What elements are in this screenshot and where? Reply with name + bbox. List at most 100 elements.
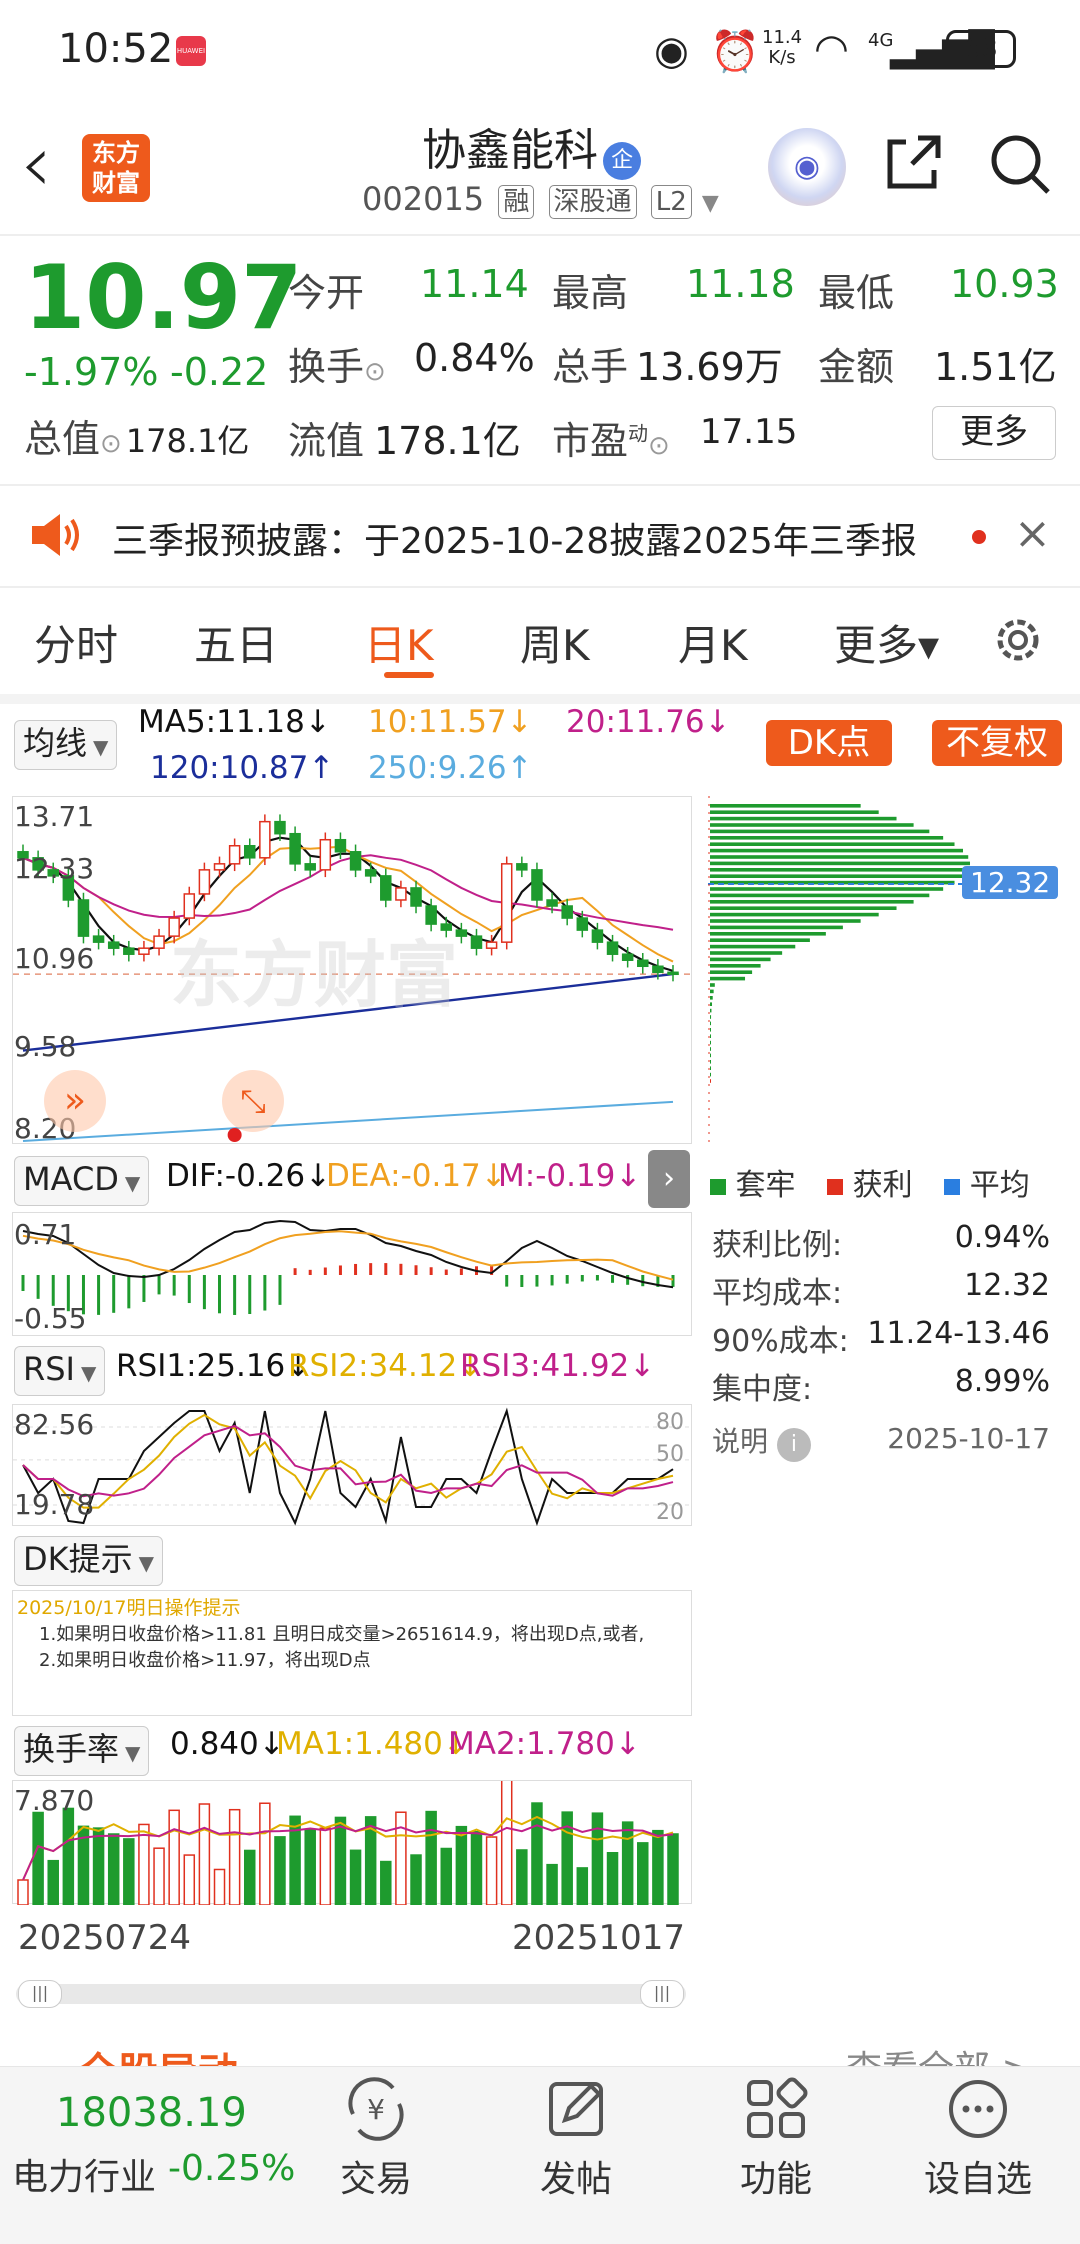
- info-icon[interactable]: ⊙: [100, 429, 122, 459]
- search-icon[interactable]: [988, 132, 1054, 198]
- chevron-down-icon[interactable]: ▼: [702, 191, 719, 216]
- nav-post[interactable]: 发帖: [506, 2150, 646, 2202]
- candle: [576, 917, 589, 931]
- turnover-bar: [304, 1828, 316, 1906]
- turnover-bar: [516, 1849, 528, 1906]
- rsi3-label: RSI3:41.92↓: [460, 1348, 656, 1384]
- rsi-grid-label: 80: [656, 1410, 684, 1435]
- profit-ratio-value: 0.94%: [954, 1220, 1050, 1255]
- info-icon[interactable]: ⊙: [648, 431, 670, 461]
- nav-trade[interactable]: 交易: [306, 2150, 446, 2202]
- turnover-bar: [410, 1854, 422, 1906]
- stock-name: 协鑫能科: [422, 125, 598, 176]
- chip-bar: [710, 932, 826, 936]
- ma-selector[interactable]: 均线 ▼: [14, 720, 118, 770]
- notice-text[interactable]: 三季报预披露：于2025-10-28披露2025年三季报: [112, 512, 917, 564]
- turnover-chart[interactable]: [12, 1776, 692, 1906]
- sector-name[interactable]: 电力行业: [12, 2148, 156, 2200]
- rsi-selector[interactable]: RSI ▼: [14, 1346, 106, 1396]
- chip-bar: [710, 951, 783, 955]
- macd-chart[interactable]: [12, 1212, 692, 1336]
- tab-five-day[interactable]: 五日: [194, 612, 278, 673]
- candle: [153, 935, 165, 949]
- candle: [364, 869, 377, 877]
- tab-daily-k[interactable]: 日K: [364, 612, 434, 673]
- post-icon[interactable]: [506, 2074, 646, 2158]
- turnover-bar: [440, 1847, 453, 1906]
- cost90-label: 90%成本:: [712, 1324, 849, 1359]
- candle: [410, 887, 422, 907]
- chip-bar: [710, 842, 955, 846]
- tab-weekly-k[interactable]: 周K: [520, 612, 590, 673]
- apps-icon[interactable]: [706, 2074, 846, 2158]
- chip-distribution-chart[interactable]: [708, 796, 1052, 1144]
- turnover-bar: [92, 1827, 105, 1906]
- dk-tip-selector[interactable]: DK提示 ▼: [14, 1536, 164, 1586]
- chip-bar: [710, 1060, 711, 1064]
- tab-more[interactable]: 更多▾: [834, 612, 939, 673]
- range-slider[interactable]: [16, 1984, 686, 2004]
- info-icon[interactable]: i: [776, 1428, 811, 1462]
- settings-gear-icon[interactable]: [990, 612, 1046, 668]
- profit-ratio-label: 获利比例:: [712, 1228, 843, 1263]
- candle: [516, 863, 528, 871]
- turnover-bar: [546, 1863, 558, 1906]
- chevron-right-icon[interactable]: ›: [648, 1150, 690, 1208]
- candle: [621, 953, 634, 961]
- turnover-bar: [349, 1849, 362, 1906]
- turnover-bar: [62, 1807, 75, 1906]
- chip-bar: [710, 912, 879, 917]
- expand-left-icon[interactable]: »: [44, 1070, 106, 1132]
- legend-trapped-icon: [710, 1179, 726, 1195]
- chip-bar: [710, 957, 771, 962]
- no-adjust-button[interactable]: 不复权: [932, 720, 1062, 766]
- tab-intraday[interactable]: 分时: [34, 612, 118, 673]
- enterprise-badge: 企: [603, 141, 642, 180]
- chip-bar: [710, 900, 914, 904]
- back-button[interactable]: ‹: [20, 124, 52, 204]
- nav-add-watchlist[interactable]: 设自选: [908, 2150, 1048, 2202]
- turnover-bar: [274, 1836, 286, 1906]
- notice-close-button[interactable]: ×: [1014, 508, 1051, 559]
- chip-bar: [710, 976, 746, 981]
- low-label: 最低: [818, 271, 895, 315]
- macd-selector[interactable]: MACD ▼: [14, 1156, 150, 1206]
- resize-icon[interactable]: ⤡: [222, 1070, 284, 1132]
- candle: [243, 845, 256, 859]
- dk-point-button[interactable]: DK点: [766, 720, 892, 766]
- info-icon[interactable]: ⊙: [364, 357, 386, 387]
- signal-dot: [227, 1128, 242, 1142]
- range-slider-right-handle[interactable]: |||: [640, 1980, 684, 2008]
- more-dots-icon[interactable]: [908, 2074, 1048, 2158]
- chip-bar: [710, 823, 914, 827]
- turnover-bar: [198, 1803, 211, 1906]
- share-icon[interactable]: [882, 132, 944, 194]
- margin-tag: 融: [498, 185, 535, 219]
- chip-bar: [710, 804, 861, 808]
- robot-assistant-icon[interactable]: ◉: [768, 128, 846, 206]
- candle: [259, 820, 271, 859]
- turnover-bar: [395, 1811, 407, 1906]
- turnover-selector[interactable]: 换手率 ▼: [14, 1726, 150, 1776]
- tab-monthly-k[interactable]: 月K: [678, 612, 748, 673]
- dk-tip-date: 2025/10/17明日操作提示: [17, 1597, 241, 1619]
- chip-bar: [710, 893, 930, 898]
- trade-icon[interactable]: ¥: [306, 2074, 446, 2158]
- chip-bar: [710, 848, 963, 853]
- turnover-bar: [667, 1833, 679, 1906]
- turnover-label: 换手: [288, 345, 365, 389]
- chip-bar: [710, 874, 963, 878]
- rsi-chart[interactable]: [12, 1404, 693, 1527]
- dk-tip-line: 1.如果明日收盘价格>11.81 且明日成交量>2651614.9，将出现D点,…: [39, 1624, 645, 1645]
- chip-bar: [710, 906, 897, 910]
- sector-index-value[interactable]: 18038.19: [56, 2090, 247, 2136]
- candle: [107, 941, 120, 949]
- chip-bar: [710, 1015, 712, 1019]
- more-button[interactable]: 更多: [932, 406, 1056, 460]
- nav-functions[interactable]: 功能: [706, 2150, 846, 2202]
- candle: [395, 887, 407, 901]
- range-slider-left-handle[interactable]: |||: [18, 1980, 62, 2008]
- macd-y-label: -0.55: [14, 1302, 87, 1335]
- turnover-bar: [213, 1868, 226, 1906]
- chip-bar: [710, 983, 715, 987]
